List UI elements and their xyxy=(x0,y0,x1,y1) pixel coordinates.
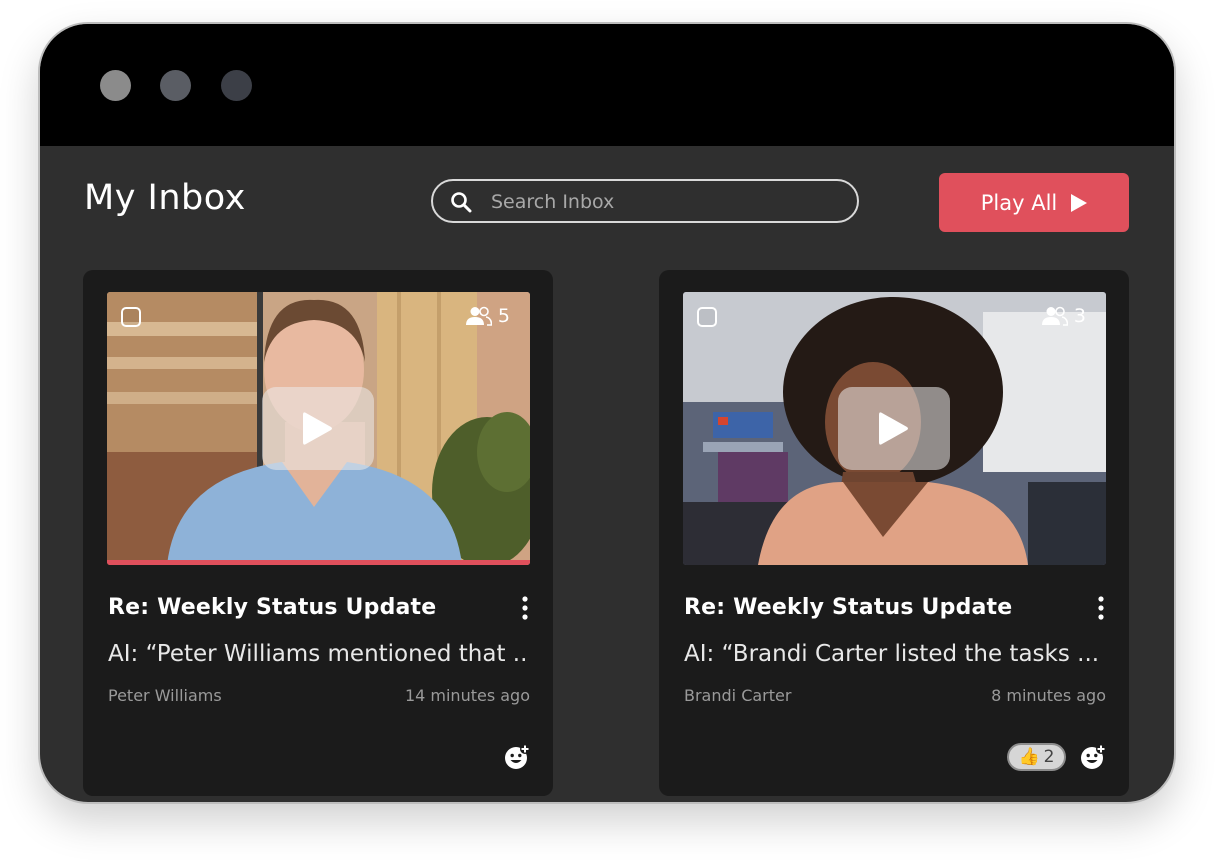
play-icon xyxy=(1071,193,1088,212)
more-options-icon[interactable] xyxy=(1096,596,1106,620)
message-card[interactable]: 3 Re: Weekly Status Update AI: “Brandi C… xyxy=(659,270,1129,796)
sender-name: Peter Williams xyxy=(108,686,222,705)
add-reaction-icon[interactable] xyxy=(1080,744,1106,770)
select-checkbox[interactable] xyxy=(121,307,141,327)
play-icon xyxy=(303,412,332,445)
window-maximize-button[interactable] xyxy=(221,70,252,101)
page-title: My Inbox xyxy=(84,178,246,218)
select-checkbox[interactable] xyxy=(697,307,717,327)
app-window: My Inbox Play All xyxy=(38,22,1176,804)
play-all-label: Play All xyxy=(980,190,1058,215)
search-bar[interactable] xyxy=(431,179,859,223)
thumbs-up-icon: 👍 xyxy=(1018,747,1040,767)
search-input[interactable] xyxy=(489,187,833,217)
watch-progress-bar xyxy=(107,560,530,565)
window-minimize-button[interactable] xyxy=(160,70,191,101)
more-options-icon[interactable] xyxy=(520,596,530,620)
viewers-count: 3 xyxy=(1041,305,1086,327)
video-play-button[interactable] xyxy=(262,387,374,470)
message-card[interactable]: 5 Re: Weekly Status Update AI: “Peter Wi… xyxy=(83,270,553,796)
timestamp: 14 minutes ago xyxy=(404,686,530,705)
play-all-button[interactable]: Play All xyxy=(939,173,1129,232)
people-icon xyxy=(1041,306,1068,326)
video-thumbnail[interactable]: 3 xyxy=(683,292,1106,565)
title-bar xyxy=(40,24,1174,146)
viewers-count-value: 5 xyxy=(497,305,510,327)
reaction-pill[interactable]: 👍 2 xyxy=(1007,743,1066,771)
message-subject: Re: Weekly Status Update xyxy=(684,595,1013,620)
search-icon xyxy=(451,192,472,213)
play-icon xyxy=(879,412,908,445)
add-reaction-icon[interactable] xyxy=(504,744,530,770)
timestamp: 8 minutes ago xyxy=(991,686,1106,705)
sender-name: Brandi Carter xyxy=(684,686,792,705)
message-snippet: AI: “Brandi Carter listed the tasks ... xyxy=(684,641,1100,667)
reaction-count: 2 xyxy=(1043,747,1055,767)
viewers-count-value: 3 xyxy=(1073,305,1086,327)
video-thumbnail[interactable]: 5 xyxy=(107,292,530,565)
window-close-button[interactable] xyxy=(100,70,131,101)
message-subject: Re: Weekly Status Update xyxy=(108,595,437,620)
video-play-button[interactable] xyxy=(838,387,950,470)
viewers-count: 5 xyxy=(465,305,510,327)
message-snippet: AI: “Peter Williams mentioned that ... xyxy=(108,641,528,667)
people-icon xyxy=(465,306,492,326)
